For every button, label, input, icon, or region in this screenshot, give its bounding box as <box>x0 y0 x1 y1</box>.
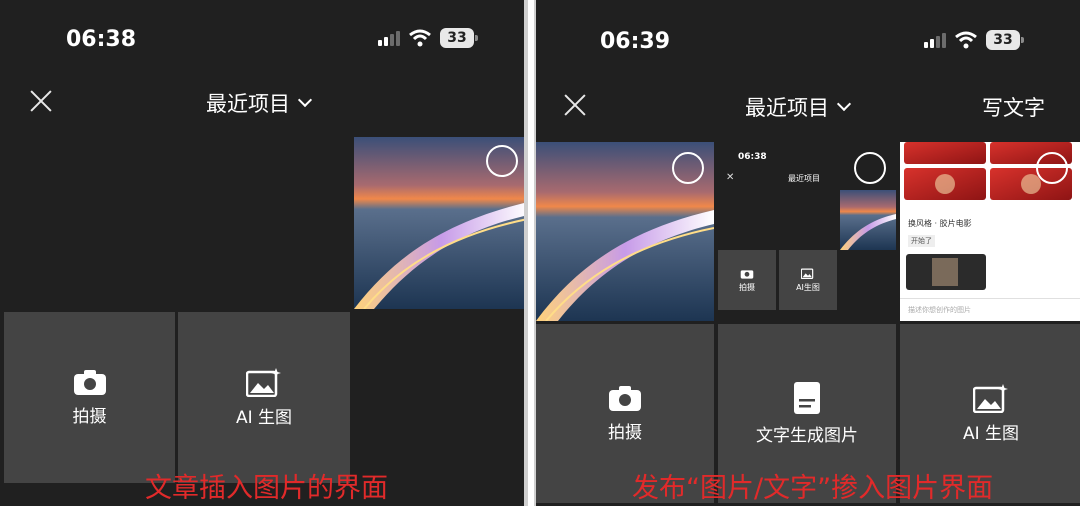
status-icons: 33 <box>924 30 1024 50</box>
close-icon[interactable] <box>562 92 588 118</box>
status-time: 06:39 <box>600 29 671 54</box>
status-icons: 33 <box>378 28 478 48</box>
signal-icon <box>924 32 946 48</box>
mini-close-icon: ✕ <box>726 172 735 183</box>
caption: 文章插入图片的界面 <box>145 473 388 504</box>
ai-image-tile[interactable]: AI 生图 <box>178 312 350 483</box>
album-selector[interactable]: 最近项目 <box>206 88 313 118</box>
text-image-icon <box>794 382 820 414</box>
wifi-icon <box>409 29 431 47</box>
poster-thumbnail[interactable]: 换风格 · 胶片电影 开始了 描述你想创作的图片 <box>900 142 1080 321</box>
select-circle[interactable] <box>1036 152 1068 184</box>
screenshot-thumbnail[interactable]: 06:38 ✕ 最近项目 拍摄 AI生图 <box>718 142 896 321</box>
photo-thumbnail[interactable] <box>536 142 714 321</box>
prompt-input: 描述你想创作的图片 <box>908 306 971 314</box>
camera-icon <box>73 370 106 395</box>
photo-thumbnail[interactable] <box>354 137 524 309</box>
ai-image-icon <box>973 384 1008 413</box>
camera-tile[interactable]: 拍摄 <box>4 312 175 483</box>
mini-time: 06:38 <box>738 152 767 162</box>
battery-indicator: 33 <box>440 28 478 48</box>
camera-label: 拍摄 <box>72 407 107 427</box>
mini-photo <box>840 190 896 250</box>
start-button: 开始了 <box>908 235 935 247</box>
battery-indicator: 33 <box>986 30 1024 50</box>
mini-ai-label: AI生图 <box>796 283 820 292</box>
mini-ai-tile: AI生图 <box>779 250 837 310</box>
ai-image-label: AI 生图 <box>962 424 1020 444</box>
wifi-icon <box>955 31 977 49</box>
album-title: 最近项目 <box>745 96 829 120</box>
chevron-down-icon <box>297 92 313 108</box>
style-text: 换风格 · 胶片电影 <box>908 219 972 228</box>
select-circle[interactable] <box>672 152 704 184</box>
camera-label: 拍摄 <box>608 423 642 443</box>
ai-image-icon <box>246 368 281 397</box>
left-screen: 06:38 33 最近项目 拍摄 AI 生图 文章插入图片的界面 <box>0 0 528 506</box>
select-circle[interactable] <box>486 145 518 177</box>
select-circle[interactable] <box>854 152 886 184</box>
camera-icon <box>609 386 641 411</box>
caption: 发布“图片/文字”掺入图片界面 <box>632 473 994 504</box>
mini-title: 最近项目 <box>788 174 820 183</box>
signal-icon <box>378 30 400 46</box>
film-strip <box>906 254 986 290</box>
mini-camera-tile: 拍摄 <box>718 250 776 310</box>
chevron-down-icon <box>836 96 852 112</box>
ai-image-label: AI 生图 <box>235 408 293 428</box>
text-to-image-label: 文字生成图片 <box>756 426 858 446</box>
close-icon[interactable] <box>28 88 54 114</box>
right-screen: 06:39 33 最近项目 写文字 06:38 ✕ 最近项目 拍摄 AI生图 换… <box>534 0 1080 506</box>
status-time: 06:38 <box>66 27 137 52</box>
mini-camera-label: 拍摄 <box>739 282 755 292</box>
album-selector[interactable]: 最近项目 <box>745 92 852 122</box>
album-title: 最近项目 <box>206 92 290 116</box>
write-text-button[interactable]: 写文字 <box>982 92 1045 122</box>
